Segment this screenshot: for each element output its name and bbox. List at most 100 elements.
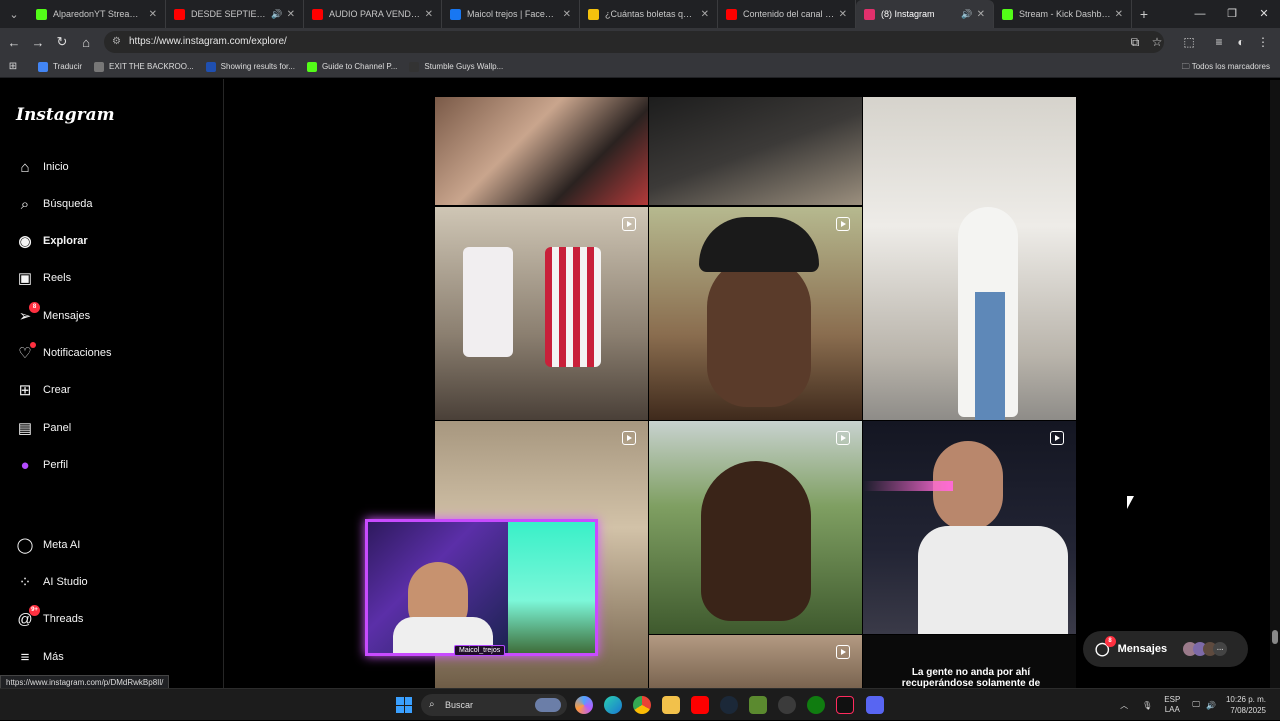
tiktok-icon[interactable] [836,696,854,714]
explore-post[interactable] [863,97,1076,420]
tray-chevron-icon[interactable]: ︿ [1120,700,1128,711]
explore-post[interactable] [649,207,862,420]
browser-tab[interactable]: Contenido del canal - You ✕ [718,0,856,28]
nav-item[interactable]: ▣ Reels [16,269,71,287]
minimize-button[interactable]: — [1184,0,1216,28]
chrome-icon[interactable] [633,696,651,714]
explore-post[interactable] [649,97,862,205]
nav-item[interactable]: ⌂ Inicio [16,158,69,176]
close-tab-icon[interactable]: ✕ [425,9,433,20]
new-tab-button[interactable]: + [1132,6,1156,22]
steam-icon[interactable] [720,696,738,714]
tab-favicon-icon [864,8,875,20]
tab-search-button[interactable]: ⌄ [0,0,28,28]
profile-avatar[interactable]: ◐ [1230,35,1252,49]
bookmark-favicon-icon [38,61,48,72]
close-tab-icon[interactable]: ✕ [839,9,847,20]
tab-favicon-icon [1002,8,1013,20]
bookmark-item[interactable]: Stumble Guys Wallp... [409,61,503,72]
site-info-icon[interactable]: ⚙ [112,31,121,53]
page-scrollbar[interactable] [1270,80,1280,688]
nav-item[interactable]: @9+ Threads [16,605,84,628]
tab-favicon-icon [36,8,47,20]
browser-menu-icon[interactable]: ⋮ [1252,35,1274,49]
youtube-icon[interactable] [691,696,709,714]
taskbar-search[interactable]: ⌕ Buscar [421,694,567,716]
apps-grid-icon[interactable]: ⊞ [0,61,26,72]
obs-icon[interactable] [778,696,796,714]
nav-label: Threads [43,613,84,625]
restore-button[interactable]: ❐ [1216,0,1248,28]
back-button[interactable]: ← [2,35,26,50]
clock[interactable]: 10:26 p. m. 7/08/2025 [1226,694,1266,716]
close-tab-icon[interactable]: ✕ [701,9,709,20]
url-bar[interactable]: ⚙ https://www.instagram.com/explore/ [104,31,1164,53]
nav-label: Reels [43,272,72,284]
bookmark-item[interactable]: Guide to Channel P... [306,61,397,72]
messenger-icon: ◯ 8 [1095,636,1116,657]
close-window-button[interactable]: ✕ [1248,0,1280,28]
microphone-icon[interactable]: 🎙 [1142,701,1152,710]
home-button[interactable]: ⌂ [74,35,98,50]
copilot-icon[interactable] [575,696,593,714]
edge-icon[interactable] [604,696,622,714]
volume-icon[interactable]: 🔊 [1206,701,1216,710]
start-button[interactable] [396,697,412,713]
explore-post[interactable] [649,421,862,634]
speaker-icon[interactable]: 🔊 [271,9,282,20]
language-layout: LAA [1164,705,1180,714]
browser-tab[interactable]: Maicol trejos | Facebook ✕ [442,0,580,28]
nav-item[interactable]: ⁘ AI Studio [16,573,88,591]
close-tab-icon[interactable]: ✕ [149,9,157,20]
nav-item[interactable]: ⊞ Crear [16,381,71,399]
bookmark-star-icon[interactable]: ☆ [1146,35,1168,49]
messenger-icon: ➢ 8 [16,302,40,325]
messages-dock[interactable]: ◯ 8 Mensajes … [1083,631,1248,667]
instagram-logo[interactable]: Instagram [16,105,115,125]
browser-tab[interactable]: AUDIO PARA VENDER MA ✕ [304,0,442,28]
nav-item[interactable]: ➢ 8 Mensajes [16,302,90,325]
file-explorer-icon[interactable] [662,696,680,714]
browser-tab[interactable]: ¿Cuántas boletas quieres ✕ [580,0,718,28]
close-tab-icon[interactable]: ✕ [977,9,985,20]
browser-tab[interactable]: AlparedonYT Stream - Wa ✕ [28,0,166,28]
bookmark-item[interactable]: Showing results for... [205,61,295,72]
explore-post[interactable] [649,635,862,688]
browser-tab[interactable]: Stream - Kick Dashboard ✕ [994,0,1132,28]
extensions-icon[interactable]: ⬚ [1178,35,1200,49]
nav-item[interactable]: ≡ Más [16,648,64,666]
explore-post[interactable] [863,421,1076,634]
nav-label: Inicio [43,161,69,173]
browser-tab[interactable]: (8) Instagram 🔊 ✕ [856,0,994,28]
nav-item[interactable]: ◉ Explorar [16,232,87,250]
install-app-icon[interactable]: ⧉ [1124,35,1146,50]
minecraft-icon[interactable] [749,696,767,714]
bookmark-item[interactable]: EXIT THE BACKROO... [94,61,194,72]
bookmark-item[interactable]: Traducir [38,61,82,72]
nav-item[interactable]: ◯ Meta AI [16,536,81,554]
forward-button[interactable]: → [26,35,50,50]
browser-tab[interactable]: DESDE SEPTIEMBRE S🔊 ✕ [166,0,304,28]
tab-search-icon[interactable]: ≡ [1208,35,1230,49]
close-tab-icon[interactable]: ✕ [563,9,571,20]
window-controls: — ❐ ✕ [1184,0,1280,28]
menu-icon: ≡ [20,648,30,666]
reload-button[interactable]: ↻ [50,34,74,50]
tab-title: Contenido del canal - You [743,9,835,19]
explore-post[interactable] [435,97,648,205]
explore-post[interactable] [435,207,648,420]
mouse-cursor [1127,496,1134,509]
nav-item[interactable]: ⌕ Búsqueda [16,195,93,213]
nav-item[interactable]: ▤ Panel [16,419,71,437]
close-tab-icon[interactable]: ✕ [1115,9,1123,20]
discord-icon[interactable] [866,696,884,714]
bookmark-favicon-icon [409,61,420,72]
input-language[interactable]: ESP LAA [1164,695,1180,715]
nav-item[interactable]: ● Perfil [16,456,68,474]
network-icon[interactable]: 🖵 [1192,700,1200,710]
speaker-icon[interactable]: 🔊 [961,9,972,20]
all-bookmarks-button[interactable]: 🗀 Todos los marcadores [1182,56,1270,78]
nav-item[interactable]: ♡ Notificaciones [16,342,111,362]
close-tab-icon[interactable]: ✕ [287,9,295,20]
xbox-icon[interactable] [807,696,825,714]
